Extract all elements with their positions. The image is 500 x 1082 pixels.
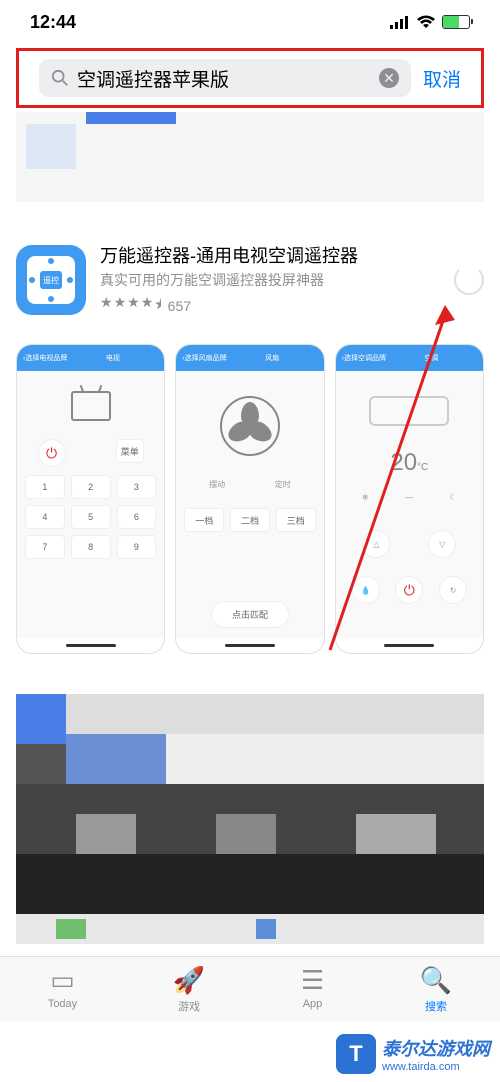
status-icons bbox=[390, 15, 470, 29]
app-rating: ★ ★ ★ ★ ⯨ 657 bbox=[100, 294, 440, 318]
rating-count: 657 bbox=[168, 298, 191, 314]
tab-today[interactable]: ▭ Today bbox=[48, 965, 77, 1014]
app-icon: 遥控 bbox=[16, 245, 86, 315]
search-icon bbox=[51, 69, 69, 87]
pixelated-section bbox=[16, 694, 484, 944]
star-rating: ★ ★ ★ ★ ⯨ bbox=[100, 294, 162, 318]
tab-search[interactable]: 🔍 搜索 bbox=[420, 965, 452, 1014]
signal-icon bbox=[390, 15, 410, 29]
search-row: ✕ 取消 bbox=[16, 48, 484, 108]
wifi-icon bbox=[416, 15, 436, 29]
status-bar: 12:44 bbox=[0, 0, 500, 44]
screenshot-ac: ‹选择空调品牌空调 20°C ❄—☾ △▽ 💧⏻↻ bbox=[335, 344, 484, 654]
star-half-icon: ⯨ bbox=[154, 294, 161, 318]
download-spinner-icon[interactable] bbox=[454, 265, 484, 295]
tab-apps[interactable]: ☰ App bbox=[301, 965, 324, 1014]
star-icon: ★ bbox=[127, 294, 140, 318]
blurred-top-result bbox=[16, 112, 484, 202]
screenshots-row[interactable]: ‹选择电视品牌电视 ⏻菜单 123 456 789 ‹选择风扇品牌风扇 bbox=[16, 344, 484, 654]
tv-icon bbox=[71, 391, 111, 421]
screenshot-fan: ‹选择风扇品牌风扇 摆动定时 一档二档三档 点击匹配 bbox=[175, 344, 324, 654]
search-input[interactable] bbox=[77, 67, 371, 89]
today-icon: ▭ bbox=[50, 965, 75, 996]
screenshot-tv: ‹选择电视品牌电视 ⏻菜单 123 456 789 bbox=[16, 344, 165, 654]
star-icon: ★ bbox=[141, 294, 154, 318]
star-icon: ★ bbox=[100, 294, 113, 318]
content-area: 遥控 万能遥控器-通用电视空调遥控器 真实可用的万能空调遥控器投屏神器 ★ ★ … bbox=[0, 112, 500, 944]
tab-bar: ▭ Today 🚀 游戏 ☰ App 🔍 搜索 bbox=[0, 956, 500, 1022]
fan-icon bbox=[220, 396, 280, 456]
ac-unit-icon bbox=[369, 396, 449, 426]
search-container[interactable]: ✕ bbox=[39, 59, 411, 97]
app-title: 万能遥控器-通用电视空调遥控器 bbox=[100, 242, 440, 268]
app-result-item[interactable]: 遥控 万能遥控器-通用电视空调遥控器 真实可用的万能空调遥控器投屏神器 ★ ★ … bbox=[16, 232, 484, 328]
battery-icon bbox=[442, 15, 470, 29]
watermark-logo: T bbox=[336, 1034, 376, 1074]
app-info: 万能遥控器-通用电视空调遥控器 真实可用的万能空调遥控器投屏神器 ★ ★ ★ ★… bbox=[100, 242, 440, 318]
watermark: T 泰尔达游戏网 www.tairda.com bbox=[336, 1034, 490, 1074]
clear-button[interactable]: ✕ bbox=[379, 68, 399, 88]
status-time: 12:44 bbox=[30, 12, 76, 33]
app-subtitle: 真实可用的万能空调遥控器投屏神器 bbox=[100, 270, 440, 290]
cancel-button[interactable]: 取消 bbox=[423, 65, 461, 92]
layers-icon: ☰ bbox=[301, 965, 324, 996]
watermark-url: www.tairda.com bbox=[382, 1061, 490, 1073]
rocket-icon: 🚀 bbox=[173, 965, 205, 996]
search-icon: 🔍 bbox=[420, 965, 452, 996]
star-icon: ★ bbox=[114, 294, 127, 318]
watermark-name: 泰尔达游戏网 bbox=[382, 1035, 490, 1061]
tab-games[interactable]: 🚀 游戏 bbox=[173, 965, 205, 1014]
